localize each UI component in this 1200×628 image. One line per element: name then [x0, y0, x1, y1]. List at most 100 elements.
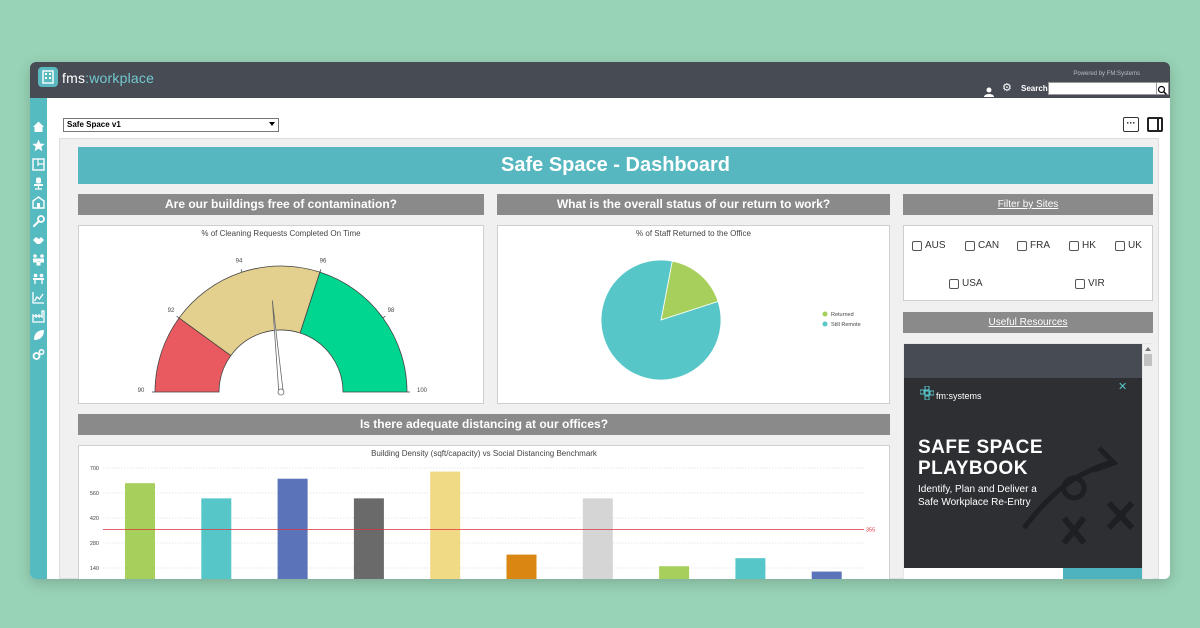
dashboard-area: Safe Space - Dashboard Are our buildings… — [59, 138, 1159, 579]
density-bar[interactable] — [659, 566, 690, 579]
site-checkbox[interactable] — [1069, 240, 1079, 251]
site-filter-usa[interactable]: USA — [949, 278, 983, 289]
site-filter-aus[interactable]: AUS — [912, 240, 946, 251]
distancing-header: Is there adequate distancing at our offi… — [78, 414, 890, 435]
gears-icon[interactable] — [32, 348, 45, 361]
gauge-tick-label: 90 — [138, 388, 145, 394]
bar-ytick-label: 420 — [90, 516, 99, 522]
search-icon — [1157, 85, 1167, 95]
app-window: fms:workplace Powered by FM:Systems ⚙ Se… — [30, 62, 1170, 579]
powered-by-text: Powered by FM:Systems — [1073, 71, 1140, 77]
pie-card: % of Staff Returned to the Office Return… — [497, 225, 890, 404]
meeting-icon[interactable] — [32, 272, 45, 285]
gauge-tick-label: 98 — [388, 308, 395, 314]
density-bar[interactable] — [353, 498, 384, 579]
dashboard-select[interactable]: Safe Space v1 — [63, 118, 279, 132]
density-bar[interactable] — [735, 558, 766, 579]
playbook-promo[interactable]: fm:systems ✕ SAFE SPACE PLAYBOOK Identif… — [904, 378, 1142, 568]
bar-ytick-label: 280 — [90, 541, 99, 547]
resources-panel: fm:systems ✕ SAFE SPACE PLAYBOOK Identif… — [903, 343, 1153, 579]
building-icon[interactable] — [32, 196, 45, 209]
density-bar-chart: 140 280 420 560 700 355 — [90, 466, 875, 579]
gauge-tick-mark — [382, 315, 386, 319]
search-input[interactable] — [1048, 82, 1158, 95]
useful-resources-link[interactable]: Useful Resources — [903, 312, 1153, 333]
site-filter-fra[interactable]: FRA — [1017, 240, 1050, 251]
gear-icon[interactable]: ⚙ — [1002, 83, 1013, 94]
gauge-hub — [277, 388, 285, 396]
search-label: Search — [1021, 84, 1048, 93]
wrench-icon[interactable] — [32, 215, 45, 228]
pie-legend-label[interactable]: Still Remote — [831, 322, 861, 328]
promo-top-strip — [904, 344, 1142, 378]
site-label: AUS — [925, 240, 946, 251]
search-button[interactable] — [1156, 82, 1169, 95]
pie-legend-swatch — [822, 311, 828, 317]
promo-headline-1: SAFE SPACE — [918, 437, 1044, 458]
line-chart-icon[interactable] — [32, 291, 45, 304]
density-bar[interactable] — [201, 498, 232, 579]
promo-subtitle-1: Identify, Plan and Deliver a — [918, 484, 1037, 495]
site-checkbox[interactable] — [1115, 240, 1125, 251]
gauge-tick-label: 92 — [168, 308, 175, 314]
density-bar[interactable] — [506, 554, 537, 579]
density-bar[interactable] — [811, 571, 842, 579]
contamination-header: Are our buildings free of contamination? — [78, 194, 484, 215]
promo-brand: fm:systems — [936, 391, 982, 401]
scroll-thumb[interactable] — [1144, 354, 1152, 366]
gauge-tick-mark — [319, 269, 322, 273]
floorplan-icon[interactable] — [32, 158, 45, 171]
scrollbar[interactable] — [1143, 344, 1153, 579]
gauge-tick-mark — [240, 269, 243, 273]
handshake-icon[interactable] — [32, 234, 45, 247]
user-icon[interactable] — [984, 84, 994, 97]
chair-icon[interactable] — [32, 177, 45, 190]
site-checkbox[interactable] — [1075, 278, 1085, 289]
site-filter-uk[interactable]: UK — [1115, 240, 1142, 251]
pie-legend-label[interactable]: Returned — [831, 312, 854, 318]
pie-legend-swatch — [822, 321, 828, 327]
fm-systems-logo-icon — [920, 386, 934, 400]
fms-logo-icon[interactable] — [38, 67, 58, 87]
site-filter-hk[interactable]: HK — [1069, 240, 1096, 251]
star-icon[interactable] — [32, 139, 45, 152]
site-label: HK — [1082, 240, 1096, 251]
gauge-card: % of Cleaning Requests Completed On Time… — [78, 225, 484, 404]
density-bar[interactable] — [430, 471, 461, 579]
site-checkbox[interactable] — [965, 240, 975, 251]
site-label: USA — [962, 278, 983, 289]
site-label: CAN — [978, 240, 1000, 251]
top-bar: fms:workplace Powered by FM:Systems ⚙ Se… — [30, 62, 1170, 98]
close-icon[interactable]: ✕ — [1118, 380, 1127, 393]
site-label: VIR — [1088, 278, 1105, 289]
dashboard-select-value: Safe Space v1 — [67, 120, 121, 129]
density-bar[interactable] — [125, 483, 155, 579]
main-content: Safe Space v1 ··· Safe Space - Dashboard… — [47, 98, 1170, 579]
site-checkbox[interactable] — [912, 240, 922, 251]
home-icon[interactable] — [32, 120, 45, 133]
gauge-tick-label: 100 — [417, 388, 428, 394]
panel-toggle-button[interactable] — [1147, 117, 1163, 132]
leaf-icon[interactable] — [32, 329, 45, 342]
pie-chart: Returned Still Remote — [600, 259, 861, 381]
scroll-up-icon[interactable] — [1145, 347, 1151, 351]
chevron-down-icon — [269, 122, 275, 126]
filter-by-sites-link[interactable]: Filter by Sites — [903, 194, 1153, 215]
gauge-band-2 — [299, 271, 408, 393]
app-logo-text[interactable]: fms:workplace — [62, 70, 154, 86]
density-bar[interactable] — [582, 498, 613, 579]
site-checkbox[interactable] — [949, 278, 959, 289]
site-filter-vir[interactable]: VIR — [1075, 278, 1105, 289]
site-label: UK — [1128, 240, 1142, 251]
gauge-tick-label: 94 — [236, 259, 243, 265]
more-options-button[interactable]: ··· — [1123, 117, 1139, 132]
people-icon[interactable] — [32, 253, 45, 266]
bar-ytick-label: 140 — [90, 566, 99, 572]
site-label: FRA — [1030, 240, 1050, 251]
site-filter-can[interactable]: CAN — [965, 240, 999, 251]
promo-headline-2: PLAYBOOK — [918, 458, 1028, 479]
density-bar[interactable] — [277, 478, 308, 579]
factory-icon[interactable] — [32, 310, 45, 323]
benchmark-label: 355 — [866, 528, 875, 534]
site-checkbox[interactable] — [1017, 240, 1027, 251]
